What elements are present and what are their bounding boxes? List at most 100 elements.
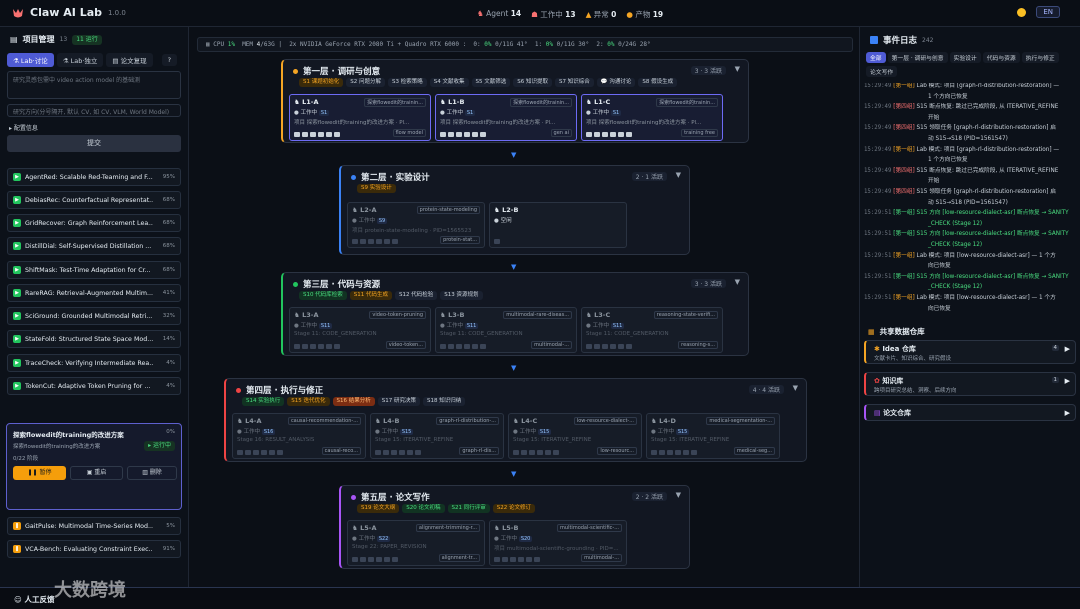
stage-chip[interactable]: S12 代码检验 — [395, 291, 438, 300]
agent-card-l4-c[interactable]: ♞ L4-C low-resource-dialect-... ● 工作中 S15 S… — [508, 413, 642, 459]
play-icon[interactable]: ▶ — [1065, 409, 1070, 417]
layer-stages: S14 实验执行 S15 迭代优化 S16 结果分析 S17 研究决策 S18 知识归纳 — [242, 397, 466, 406]
chevron-down-icon[interactable]: ▼ — [793, 384, 798, 392]
project-item[interactable]: ❚ VCA-Bench: Evaluating Constraint Exec..… — [7, 540, 181, 558]
repo-item-desc: 跨项目研究总结、洞察、后续方向 — [874, 388, 957, 394]
agent-card-l2-a[interactable]: ♞ L2-A protein-state-modeling ● 工作中 S9 项目 p… — [347, 202, 485, 248]
stage-chip[interactable]: S17 研究决策 — [377, 397, 420, 406]
idea-input[interactable]: 研究灵感包需中 video action model 的基础测 — [7, 71, 181, 99]
stage-chip[interactable]: S6 知识提取 — [513, 78, 552, 87]
project-item[interactable]: ▶ DebiasRec: Counterfactual Representat..… — [7, 191, 181, 209]
log-line: 15:29:51 [第一组] S15 方向 [low-resource-dial… — [864, 210, 1078, 218]
layer-2: 第二层 · 实验设计 2 · 1 活跃 ▼ S9 实验设计 ♞ L2-A protein-… — [339, 165, 690, 255]
stage-chip[interactable]: 💬 沟通讨论 — [596, 78, 636, 87]
tab-lab-independent[interactable]: ⚗ Lab·独立 — [56, 53, 104, 67]
agent-card-l4-b[interactable]: ♞ L4-B graph-rl-distribution-... ● 工作中 S15… — [370, 413, 504, 459]
filter-tab[interactable]: 第一层 · 调研与创意 — [887, 52, 948, 63]
agent-model-tag: multimodal-... — [581, 554, 622, 562]
agent-status: ● 工作中 S1 — [440, 110, 476, 116]
project-item[interactable]: ▶ SciGround: Grounded Multimodal Retri...… — [7, 307, 181, 325]
watermark-text: 大数跨境 — [54, 580, 126, 601]
stage-chip[interactable]: S19 论文大纲 — [357, 504, 400, 513]
chevron-down-icon[interactable]: ▼ — [676, 171, 681, 179]
feedback-button[interactable]: ☺ 人工反馈 — [14, 594, 54, 605]
agent-card-l1-b[interactable]: ♞ L1-B 探索flowedit的trainin... ● 工作中 S1 项目 探索… — [435, 94, 577, 141]
project-item[interactable]: ▶ TraceCheck: Verifying Intermediate Rea.… — [7, 354, 181, 372]
project-item[interactable]: ▶ GridRecover: Graph Reinforcement Lea...… — [7, 214, 181, 232]
stage-chip[interactable]: S14 实验执行 — [242, 397, 285, 406]
agent-card-l4-d[interactable]: ♞ L4-D medical-segmentation-... ● 工作中 S15 S… — [646, 413, 780, 459]
play-icon[interactable]: ▶ — [1065, 345, 1070, 353]
log-msg: Lab 模式: 项目 [graph-rl-distribution-restor… — [916, 146, 1060, 153]
play-icon[interactable]: ▶ — [1065, 377, 1070, 385]
project-item[interactable]: ▶ AgentRed: Scalable Red-Teaming and F...… — [7, 168, 181, 186]
stage-chip[interactable]: S10 代码库检索 — [299, 291, 347, 300]
repo-item[interactable]: ✱ Idea 仓库 文献卡片、知识综合、研究假设 4 ▶ — [864, 340, 1076, 364]
log-time: 15:29:51 — [864, 252, 892, 259]
config-toggle[interactable]: ▸ 配置信息 — [9, 123, 38, 132]
tab-lab-discuss[interactable]: ⚗ Lab·讨论 — [7, 53, 54, 67]
agent-status: ● 工作中 S11 — [586, 323, 625, 329]
pause-icon: ❚ — [13, 545, 21, 553]
project-item[interactable]: ▶ ShiftMask: Test-Time Adaptation for Cr.… — [7, 261, 181, 279]
agent-card-l3-c[interactable]: ♞ L3-C reasoning-state-verifi... ● 工作中 S11… — [581, 307, 723, 353]
agent-card-l3-a[interactable]: ♞ L3-A video-token-pruning ● 工作中 S11 Stage … — [289, 307, 431, 353]
layer-4: 第四层 · 执行与修正 4 · 4 活跃 ▼ S14 实验执行 S15 迭代优化 S16 … — [224, 378, 807, 462]
stage-chip[interactable]: S22 论文修订 — [492, 504, 535, 513]
agent-card-l1-c[interactable]: ♞ L1-C 探索flowedit的trainin... ● 工作中 S1 项目 探索… — [581, 94, 723, 141]
filter-tab[interactable]: 全部 — [866, 52, 886, 63]
repo-item[interactable]: ✿ 知识库 跨项目研究总结、洞察、后续方向 1 ▶ — [864, 372, 1076, 396]
repo-item[interactable]: ▤ 论文仓库 ▶ — [864, 404, 1076, 421]
stage-chip[interactable]: S16 结果分析 — [332, 397, 375, 406]
project-pct: 68% — [162, 220, 175, 226]
filter-tab[interactable]: 论文写作 — [866, 66, 898, 77]
project-item[interactable]: ▶ TokenCut: Adaptive Token Pruning for ..… — [7, 377, 181, 395]
stage-chip[interactable]: S18 知识归纳 — [423, 397, 466, 406]
stage-chip[interactable]: S11 代码生成 — [349, 291, 392, 300]
brain-icon: ✿ — [874, 377, 880, 385]
theme-toggle-icon[interactable] — [1017, 7, 1027, 17]
restart-button[interactable]: ▣ 重启 — [70, 466, 123, 480]
log-line: 15:29:49 [第四组] S15 领取任务 [graph-rl-distri… — [864, 189, 1078, 197]
help-button[interactable]: ? — [161, 54, 178, 66]
filter-tab[interactable]: 执行与修正 — [1021, 52, 1059, 63]
pause-button[interactable]: ❚❚ 暂停 — [13, 466, 66, 480]
chevron-down-icon[interactable]: ▼ — [676, 491, 681, 499]
stage-chip[interactable]: S8 假设生成 — [638, 78, 678, 87]
direction-input[interactable]: 研究方向(分号隔开, 默认 CV, 如 CV, VLM, World Model… — [7, 104, 181, 117]
stage-chip[interactable]: S20 论文初稿 — [402, 504, 445, 513]
chevron-down-icon[interactable]: ▼ — [735, 65, 740, 73]
project-item[interactable]: ❚ GaitPulse: Multimodal Time-Series Mod..… — [7, 517, 181, 535]
tab-paper-reproduce[interactable]: ▤ 论文复现 — [106, 53, 153, 67]
filter-tab[interactable]: 代码与资源 — [982, 52, 1020, 63]
log-msg: S15 断点恢复: 跳过已完成阶段, 从 ITERATIVE_REFINE — [916, 167, 1059, 174]
agent-card-l3-b[interactable]: ♞ L3-B multimodal-rare-diseas... ● 工作中 S11… — [435, 307, 577, 353]
project-item[interactable]: ▶ StateFold: Structured State Space Mod..… — [7, 330, 181, 348]
delete-button[interactable]: ▥ 删除 — [127, 466, 177, 480]
agent-card-l2-b[interactable]: ♞ L2-B ● 空闲 — [489, 202, 627, 248]
stage-chip[interactable]: S2 问题分解 — [346, 78, 385, 87]
stage-chip[interactable]: S7 知识综合 — [555, 78, 594, 87]
stage-chip[interactable]: S21 同行评审 — [447, 504, 490, 513]
agent-card-l5-a[interactable]: ♞ L5-A alignment-trimming-r... ● 工作中 S22 St… — [347, 520, 485, 566]
stage-chip[interactable]: S5 文献筛选 — [471, 78, 511, 87]
project-item[interactable]: ▶ DistillDial: Self-Supervised Distillati… — [7, 237, 181, 255]
submit-button[interactable]: 提交 — [7, 135, 181, 152]
agent-card-l5-b[interactable]: ♞ L5-B multimodal-scientific-... ● 工作中 S20… — [489, 520, 627, 566]
stage-chip[interactable]: S15 迭代优化 — [287, 397, 330, 406]
agent-stage-num: S11 — [610, 323, 625, 329]
stage-chip[interactable]: S13 资源规划 — [440, 291, 483, 300]
stage-chip[interactable]: S1 课题初始化 — [299, 78, 344, 87]
language-button[interactable]: EN — [1036, 6, 1060, 18]
agent-card-l1-a[interactable]: ♞ L1-A 探索flowedit的trainin... ● 工作中 S1 项目 探索… — [289, 94, 431, 141]
agent-slots — [586, 344, 632, 349]
agent-card-l4-a[interactable]: ♞ L4-A causal-recommendation-... ● 工作中 S16… — [232, 413, 366, 459]
stage-chip[interactable]: S3 检索策略 — [388, 78, 427, 87]
project-item[interactable]: ▶ RareRAG: Retrieval-Augmented Multim... 4… — [7, 284, 181, 302]
chevron-down-icon[interactable]: ▼ — [735, 278, 740, 286]
stage-chip[interactable]: S4 文献收集 — [429, 78, 469, 87]
log-line: 动 S15→S18 (PID=1561547) — [864, 200, 1078, 208]
filter-tab[interactable]: 实验设计 — [949, 52, 981, 63]
stage-chip[interactable]: S9 实验设计 — [357, 184, 396, 193]
active-project-card[interactable]: 探索flowedit的training的改进方案 0% 探索flowedit的t… — [6, 423, 182, 510]
